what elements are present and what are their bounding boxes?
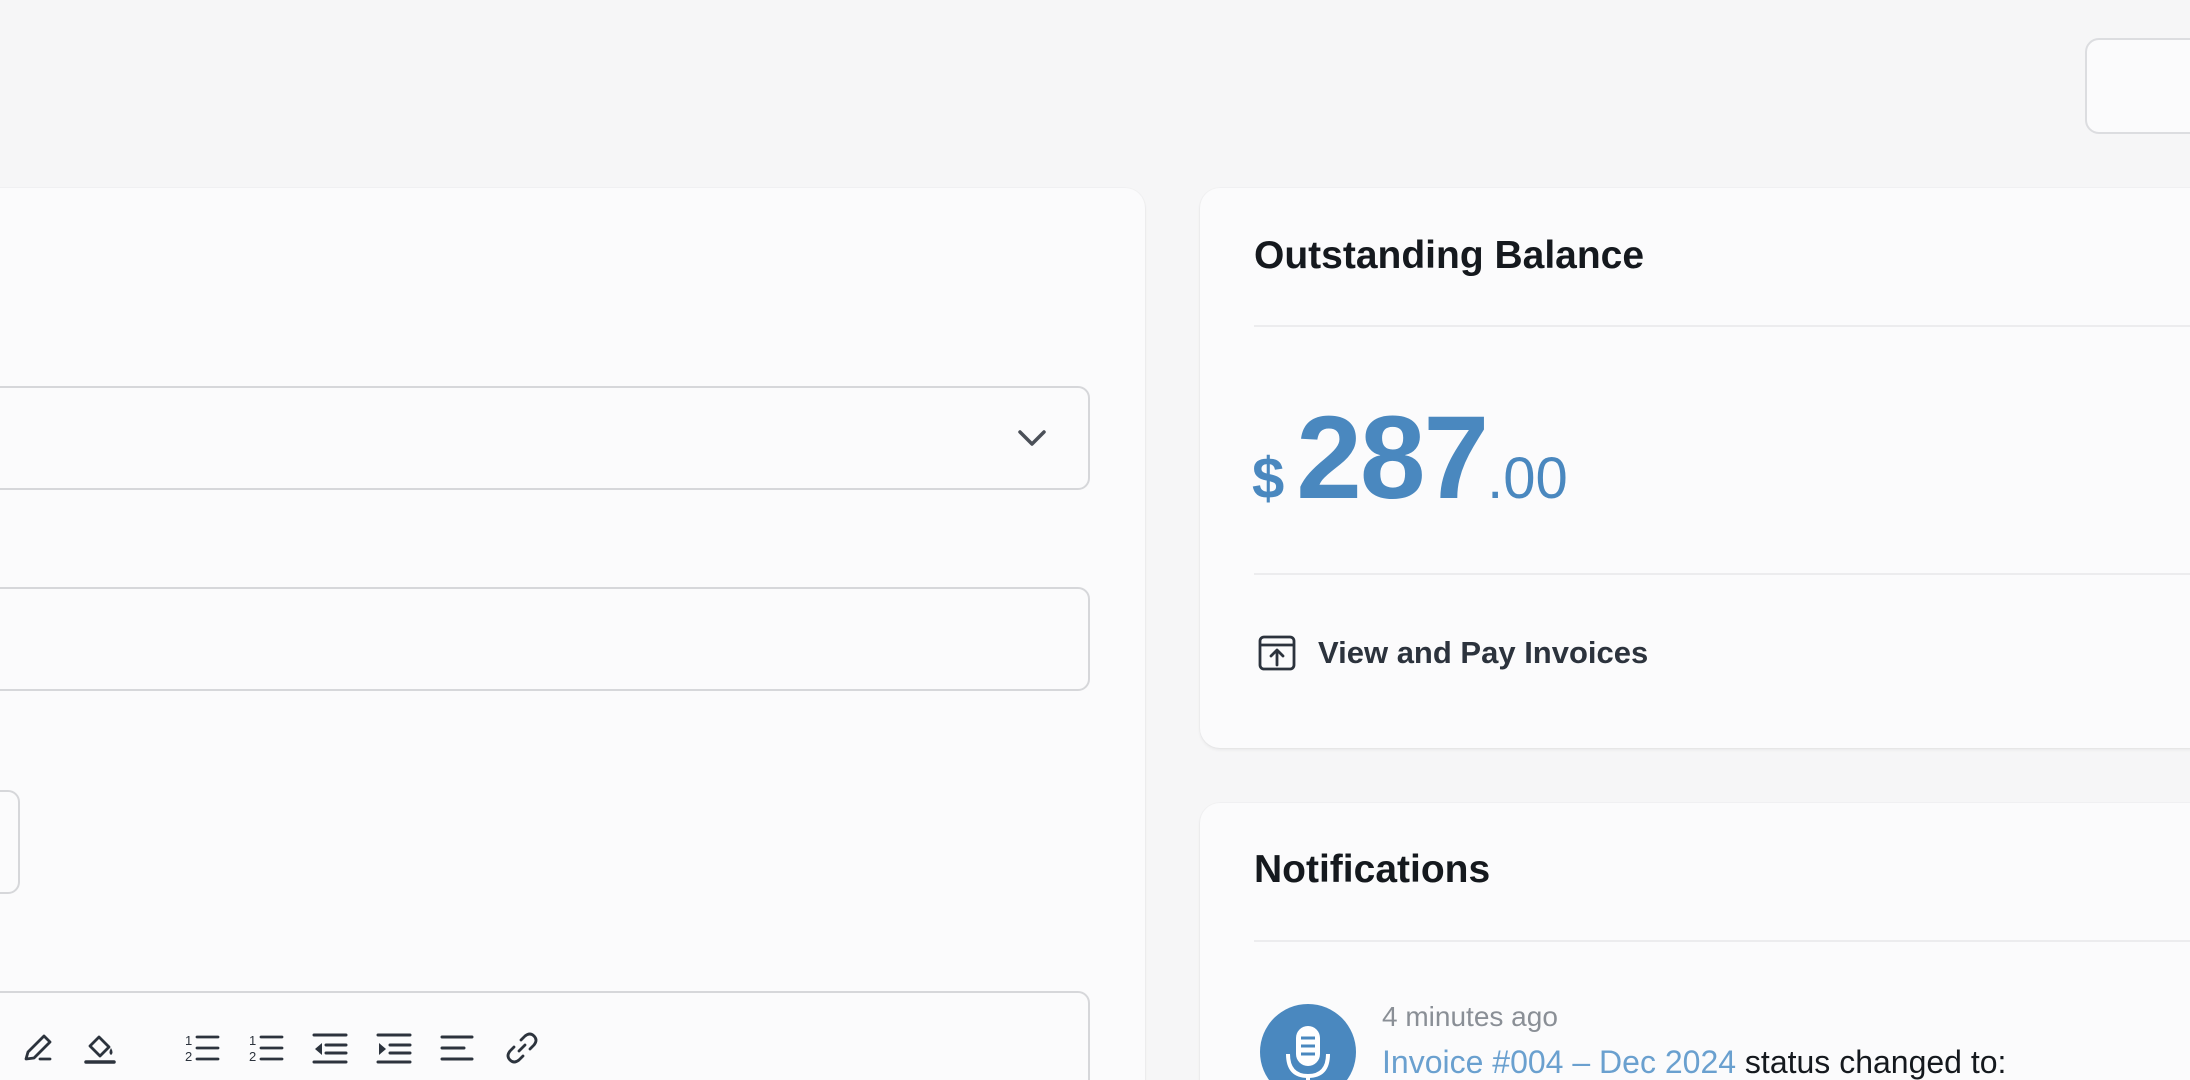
text-input[interactable] xyxy=(0,587,1090,691)
amount-cents: .00 xyxy=(1487,446,1568,511)
microphone-icon xyxy=(1286,1026,1330,1080)
invoice-link[interactable]: Invoice #004 – Dec 2024 xyxy=(1382,1044,1736,1080)
svg-text:2: 2 xyxy=(249,1049,256,1064)
currency-symbol: $ xyxy=(1252,446,1285,511)
outdent-icon[interactable] xyxy=(310,1028,350,1068)
top-right-button[interactable] xyxy=(2085,38,2190,134)
svg-text:1: 1 xyxy=(185,1033,192,1048)
view-pay-invoices-label: View and Pay Invoices xyxy=(1318,635,1649,670)
align-left-icon[interactable] xyxy=(438,1028,478,1068)
view-pay-invoices-link[interactable]: View and Pay Invoices xyxy=(1256,632,1648,674)
balance-card-title: Outstanding Balance xyxy=(1254,234,1645,277)
chevron-down-icon[interactable] xyxy=(1014,424,1050,452)
notifications-card-title: Notifications xyxy=(1254,848,1491,891)
fill-icon[interactable] xyxy=(80,1028,120,1068)
svg-text:1: 1 xyxy=(249,1033,256,1048)
notification-avatar xyxy=(1260,1004,1356,1080)
ordered-list-alt-icon[interactable]: 1 2 xyxy=(246,1028,286,1068)
balance-title-divider xyxy=(1254,325,2190,327)
external-upload-icon xyxy=(1258,635,1296,671)
amount-whole: 287 xyxy=(1296,392,1489,524)
pen-icon[interactable] xyxy=(18,1028,58,1068)
small-input[interactable] xyxy=(0,790,20,894)
rich-text-editor[interactable] xyxy=(0,991,1090,1080)
notification-message: Invoice #004 – Dec 2024 status changed t… xyxy=(1382,1044,2006,1080)
ordered-list-icon[interactable]: 1 2 xyxy=(182,1028,222,1068)
notification-time: 4 minutes ago xyxy=(1382,1001,1558,1032)
balance-amount-divider xyxy=(1254,573,2190,575)
notification-status-text: status changed to: xyxy=(1736,1044,2007,1080)
svg-text:2: 2 xyxy=(185,1049,192,1064)
link-icon[interactable] xyxy=(502,1028,542,1068)
notifications-title-divider xyxy=(1254,940,2190,942)
indent-icon[interactable] xyxy=(374,1028,414,1068)
dropdown-select[interactable] xyxy=(0,386,1090,490)
balance-amount: $287.00 xyxy=(1252,390,1568,526)
